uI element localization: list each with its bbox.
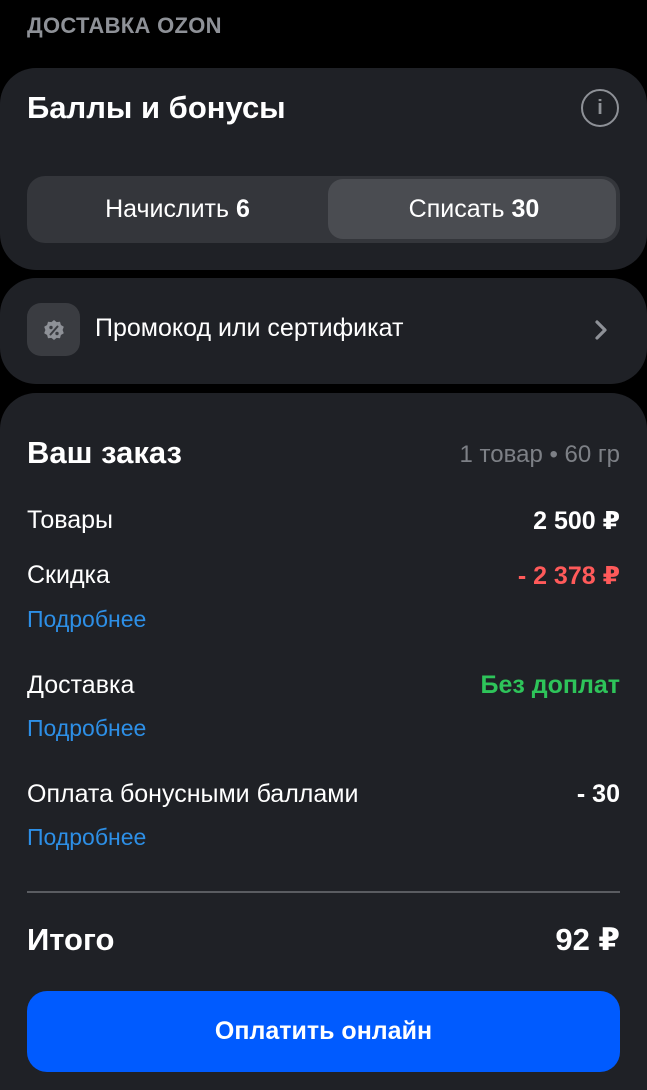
segment-spend[interactable]: Списать 30: [328, 176, 620, 243]
info-icon[interactable]: i: [581, 89, 619, 127]
checkout-screen: ДОСТАВКА OZON Баллы и бонусы i Начислить…: [0, 0, 647, 1090]
discount-label: Скидка: [27, 561, 110, 589]
goods-value: 2 500 ₽: [533, 507, 620, 535]
promo-code-label: Промокод или сертификат: [95, 314, 404, 342]
goods-label: Товары: [27, 506, 113, 534]
percent-badge-icon: [27, 303, 80, 356]
total-label: Итого: [27, 922, 115, 957]
total-value: 92 ₽: [555, 922, 620, 957]
section-caption: ДОСТАВКА OZON: [27, 13, 222, 38]
order-meta: 1 товар • 60 гр: [459, 441, 620, 468]
bonus-segmented-control: Начислить 6 Списать 30: [27, 176, 620, 243]
discount-details-link[interactable]: Подробнее: [27, 606, 146, 633]
delivery-details-link[interactable]: Подробнее: [27, 715, 146, 742]
delivery-value: Без доплат: [480, 671, 620, 699]
chevron-right-icon: [595, 320, 607, 340]
segment-spend-label: Списать: [408, 195, 505, 223]
segment-accrue[interactable]: Начислить 6: [27, 176, 328, 243]
discount-value: - 2 378 ₽: [517, 562, 620, 590]
segment-spend-value: 30: [511, 195, 540, 223]
points-payment-value: - 30: [576, 780, 620, 808]
divider: [27, 891, 620, 893]
bonus-title: Баллы и бонусы: [27, 90, 286, 125]
order-title: Ваш заказ: [27, 435, 182, 470]
segment-accrue-value: 6: [236, 195, 250, 223]
pay-online-button[interactable]: Оплатить онлайн: [27, 991, 620, 1072]
points-payment-label: Оплата бонусными баллами: [27, 780, 359, 808]
delivery-label: Доставка: [27, 671, 135, 699]
points-details-link[interactable]: Подробнее: [27, 824, 146, 851]
segment-accrue-label: Начислить: [105, 195, 230, 223]
